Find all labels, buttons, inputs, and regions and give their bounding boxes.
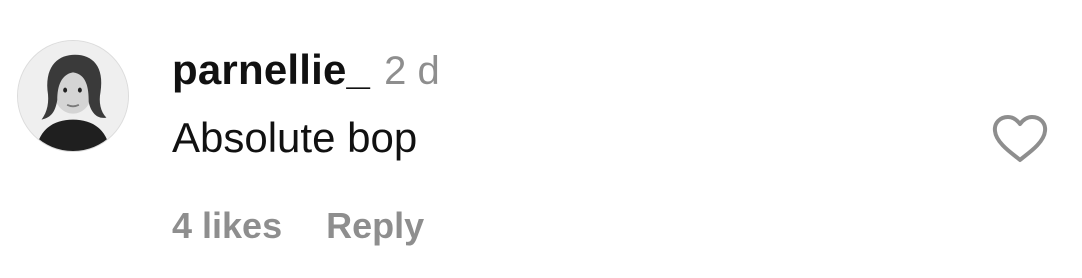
comment-text: Absolute bop — [172, 114, 418, 161]
comment-item: parnellie_ 2 d Absolute bop 4 likes Repl… — [0, 0, 1082, 278]
comment-timestamp: 2 d — [384, 49, 440, 93]
likes-count-link[interactable]: 4 likes — [172, 205, 282, 247]
like-button[interactable] — [990, 113, 1050, 165]
comment-meta: parnellie_ 2 d — [172, 46, 952, 102]
avatar-image — [18, 41, 128, 151]
reply-button[interactable]: Reply — [326, 205, 424, 247]
comment-content: parnellie_ 2 d Absolute bop — [172, 46, 952, 166]
username-link[interactable]: parnellie_ — [172, 46, 370, 94]
heart-outline-icon — [992, 115, 1048, 162]
avatar[interactable] — [17, 40, 129, 152]
comment-actions: 4 likes Reply — [172, 200, 424, 252]
